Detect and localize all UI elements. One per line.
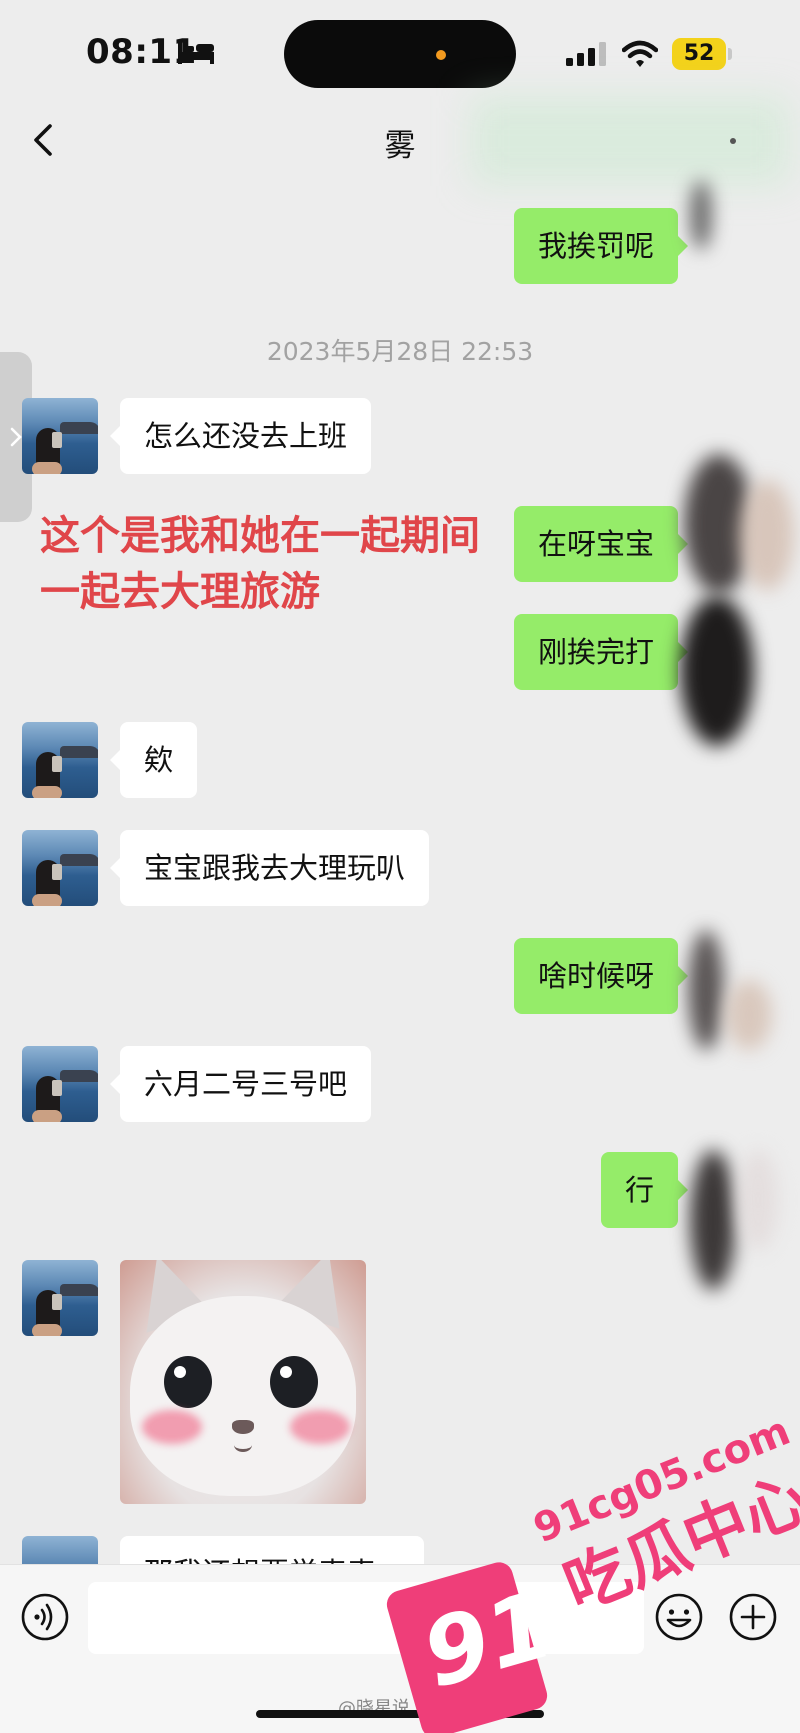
- chevron-left-icon[interactable]: [24, 116, 64, 164]
- redaction-smudge: [738, 1150, 778, 1250]
- privacy-indicator: [436, 50, 446, 60]
- message-bubble-incoming[interactable]: 欸: [109, 722, 198, 798]
- voice-icon[interactable]: [20, 1592, 70, 1642]
- emoji-icon[interactable]: [654, 1592, 704, 1642]
- status-bar: 08:11 52: [0, 0, 800, 100]
- message-bubble-incoming[interactable]: 六月二号三号吧: [109, 1046, 372, 1122]
- annotation-line-1: 这个是我和她在一起期间: [40, 513, 480, 559]
- chat-title: 雾: [384, 128, 416, 164]
- message-bubble-outgoing[interactable]: 我挨罚呢: [513, 208, 689, 284]
- signal-icon: [566, 42, 606, 66]
- redaction-smudge: [680, 596, 754, 746]
- redaction-smudge: [726, 980, 772, 1050]
- message-bubble-outgoing[interactable]: 行: [600, 1152, 689, 1228]
- message-bubble-incoming[interactable]: 宝宝跟我去大理玩叭: [109, 830, 430, 906]
- more-icon[interactable]: [730, 138, 736, 144]
- nav-bar: 雾: [0, 100, 800, 180]
- avatar[interactable]: [22, 1260, 98, 1336]
- battery-level: 52: [683, 41, 715, 66]
- redaction-smudge: [690, 1150, 736, 1290]
- cat-sticker[interactable]: [120, 1260, 366, 1504]
- message-bubble-outgoing[interactable]: 在呀宝宝: [513, 506, 689, 582]
- chat-screen: 08:11 52 雾 我挨罚呢 2023年5月28日 22:53 怎么还没去上班…: [0, 0, 800, 1733]
- message-input[interactable]: [88, 1582, 644, 1654]
- redaction-smudge: [690, 180, 712, 250]
- redaction-smudge: [688, 930, 724, 1050]
- message-bubble-incoming[interactable]: 那我还想要学表表: [120, 1536, 424, 1564]
- plus-icon[interactable]: [728, 1592, 778, 1642]
- annotation-line-2: 一起去大理旅游: [40, 569, 320, 615]
- message-bubble-outgoing[interactable]: 刚挨完打: [513, 614, 689, 690]
- avatar[interactable]: [22, 830, 98, 906]
- message-timestamp: 2023年5月28日 22:53: [266, 337, 534, 366]
- message-bubble-incoming[interactable]: 怎么还没去上班: [109, 398, 372, 474]
- avatar[interactable]: [22, 1046, 98, 1122]
- partial-message-text: 那我还想要学表表: [144, 1550, 376, 1564]
- avatar[interactable]: [22, 722, 98, 798]
- dynamic-island: [284, 20, 516, 88]
- battery-icon: 52: [672, 38, 726, 70]
- bed-icon: [178, 42, 214, 64]
- avatar[interactable]: [22, 1536, 98, 1564]
- annotation-overlay: 这个是我和她在一起期间 一起去大理旅游: [40, 508, 480, 620]
- message-bubble-outgoing[interactable]: 啥时候呀: [513, 938, 689, 1014]
- battery-nub: [728, 48, 732, 60]
- wifi-icon: [622, 40, 658, 67]
- redaction-smudge: [740, 480, 794, 590]
- avatar[interactable]: [22, 398, 98, 474]
